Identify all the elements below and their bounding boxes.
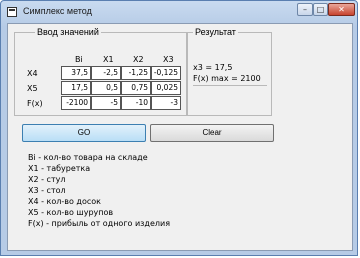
close-button[interactable]: ✕	[328, 3, 355, 16]
input-groupbox: Ввод значений Bi X1 X2 X3 X4 X5 F(x) 37,…	[14, 27, 188, 116]
legend-item: X2 - стул	[28, 175, 66, 184]
column-header-x1: X1	[103, 55, 114, 64]
go-button[interactable]: GO	[22, 124, 146, 142]
result-x3: x3 = 17,5	[193, 63, 233, 72]
cell-x5-bi[interactable]: 17,5	[61, 81, 91, 95]
clear-button[interactable]: Clear	[150, 124, 274, 142]
cell-x4-x2[interactable]: -1,25	[121, 66, 151, 80]
input-group-title: Ввод значений	[35, 27, 101, 37]
variable-legend: Bi - кол-во товара на складе X1 - табуре…	[28, 152, 170, 229]
result-fx-max: F(x) max = 2100	[193, 74, 261, 83]
minimize-button[interactable]: –	[297, 3, 313, 16]
app-window-icon	[7, 7, 17, 17]
window-title: Симплекс метод	[23, 6, 92, 16]
client-area: Ввод значений Bi X1 X2 X3 X4 X5 F(x) 37,…	[7, 23, 353, 251]
result-groupbox: Результат x3 = 17,5 F(x) max = 2100	[186, 27, 272, 116]
maximize-button[interactable]: □	[313, 3, 328, 16]
column-header-x2: X2	[133, 55, 144, 64]
row-label-fx: F(x)	[27, 99, 43, 108]
cell-fx-x1[interactable]: -5	[91, 96, 121, 110]
cell-x4-x1[interactable]: -2,5	[91, 66, 121, 80]
cell-x4-bi[interactable]: 37,5	[61, 66, 91, 80]
cell-x4-x3[interactable]: -0,125	[151, 66, 181, 80]
cell-x5-x2[interactable]: 0,75	[121, 81, 151, 95]
row-label-x5: X5	[27, 84, 38, 93]
legend-item: X3 - стол	[28, 186, 66, 195]
cell-fx-x3[interactable]: -3	[151, 96, 181, 110]
cell-x5-x1[interactable]: 0,5	[91, 81, 121, 95]
cell-fx-bi[interactable]: -2100	[61, 96, 91, 110]
legend-item: X4 - кол-во досок	[28, 197, 101, 206]
app-window: Симплекс метод – □ ✕ Ввод значений Bi X1…	[0, 0, 358, 256]
column-header-bi: Bi	[75, 55, 83, 64]
cell-fx-x2[interactable]: -10	[121, 96, 151, 110]
legend-item: Bi - кол-во товара на складе	[28, 153, 148, 162]
result-group-title: Результат	[193, 27, 238, 37]
column-header-x3: X3	[163, 55, 174, 64]
legend-item: X5 - кол-во шурупов	[28, 208, 114, 217]
legend-item: X1 - табуретка	[28, 164, 91, 173]
legend-item: F(x) - прибыль от одного изделия	[28, 219, 170, 228]
title-bar[interactable]: Симплекс метод – □ ✕	[1, 1, 357, 23]
result-divider	[193, 85, 267, 86]
row-label-x4: X4	[27, 69, 38, 78]
cell-x5-x3[interactable]: 0,025	[151, 81, 181, 95]
